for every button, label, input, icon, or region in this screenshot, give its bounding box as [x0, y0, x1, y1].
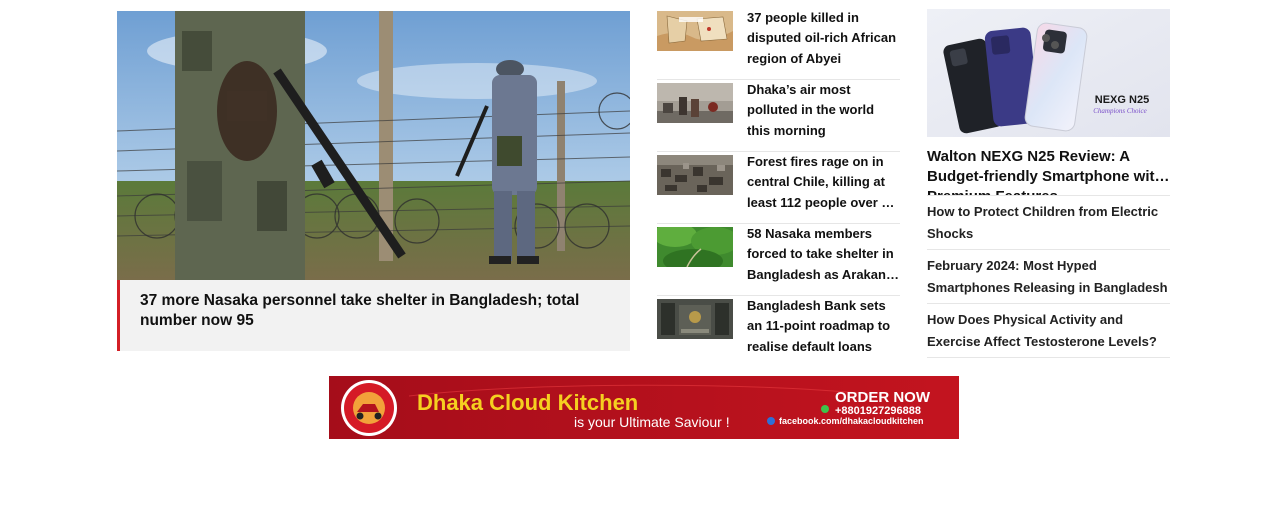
banner-tagline: is your Ultimate Saviour ! [574, 414, 730, 430]
burned-town-thumbnail[interactable] [657, 155, 733, 195]
list-item-title[interactable]: How Does Physical Activity and Exercise … [927, 309, 1170, 353]
lead-caption: 37 more Nasaka personnel take shelter in… [117, 280, 630, 351]
phone-ad-image[interactable]: NEXG N25 Champions Choice [927, 9, 1170, 137]
bank-building-thumbnail[interactable] [657, 299, 733, 339]
banner-facebook: facebook.com/dhakacloudkitchen [779, 416, 924, 426]
list-item[interactable]: How to Protect Children from Electric Sh… [927, 196, 1170, 250]
list-item[interactable]: 37 people killed in disputed oil-rich Af… [657, 8, 900, 80]
banner-ad[interactable]: Dhaka Cloud Kitchen is your Ultimate Sav… [329, 376, 959, 439]
list-item-title[interactable]: Forest fires rage on in central Chile, k… [747, 152, 900, 213]
list-item[interactable]: February 2024: Most Hyped Smartphones Re… [927, 250, 1170, 304]
ad-tagline: Champions Choice [1093, 107, 1146, 115]
map-thumbnail[interactable] [657, 11, 733, 51]
lead-headline[interactable]: 37 more Nasaka personnel take shelter in… [140, 291, 610, 331]
green-hills-thumbnail[interactable] [657, 227, 733, 267]
lead-image[interactable] [117, 11, 630, 280]
list-item[interactable]: Bangladesh Bank sets an 11-point roadmap… [657, 296, 900, 368]
list-item[interactable]: Dhaka’s air most polluted in the world t… [657, 80, 900, 152]
list-item-title[interactable]: Dhaka’s air most polluted in the world t… [747, 80, 900, 141]
headline-list: 37 people killed in disputed oil-rich Af… [657, 8, 900, 368]
list-item[interactable]: 58 Nasaka members forced to take shelter… [657, 224, 900, 296]
lead-story[interactable]: 37 more Nasaka personnel take shelter in… [117, 11, 630, 351]
list-item-title[interactable]: How to Protect Children from Electric Sh… [927, 201, 1170, 245]
list-item-title[interactable]: Bangladesh Bank sets an 11-point roadmap… [747, 296, 900, 357]
list-item-title[interactable]: February 2024: Most Hyped Smartphones Re… [927, 255, 1170, 299]
banner-brand: Dhaka Cloud Kitchen [417, 390, 638, 415]
list-item[interactable]: How Does Physical Activity and Exercise … [927, 304, 1170, 358]
ad-brand: NEXG N25 [1095, 94, 1149, 106]
banner-order-now: ORDER NOW [835, 389, 931, 406]
feature-headline[interactable]: Walton NEXG N25 Review: A Budget-friendl… [927, 147, 1170, 196]
list-item-title[interactable]: 58 Nasaka members forced to take shelter… [747, 224, 900, 285]
smog-street-thumbnail[interactable] [657, 83, 733, 123]
right-column: NEXG N25 Champions Choice Walton NEXG N2… [927, 9, 1170, 358]
list-item[interactable]: Forest fires rage on in central Chile, k… [657, 152, 900, 224]
brand-logo [341, 380, 397, 436]
list-item-title[interactable]: 37 people killed in disputed oil-rich Af… [747, 8, 900, 69]
